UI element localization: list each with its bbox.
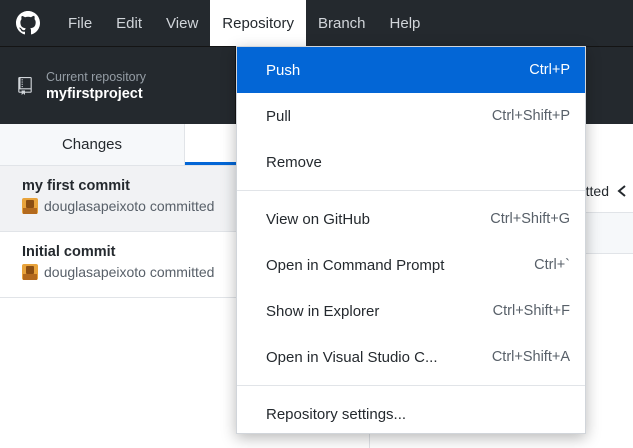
github-logo-icon xyxy=(14,9,42,37)
commit-author: douglasapeixoto committed xyxy=(44,264,215,280)
tab-changes[interactable]: Changes xyxy=(0,124,185,165)
menu-help[interactable]: Help xyxy=(378,0,433,46)
menu-item-shortcut: Ctrl+P xyxy=(529,62,570,78)
menu-item-show-in-explorer[interactable]: Show in Explorer Ctrl+Shift+F xyxy=(237,288,585,334)
menu-item-open-command-prompt[interactable]: Open in Command Prompt Ctrl+` xyxy=(237,242,585,288)
menu-item-label: Push xyxy=(266,61,301,79)
avatar xyxy=(22,198,38,214)
commit-author: douglasapeixoto committed xyxy=(44,198,215,214)
share-icon xyxy=(617,185,627,197)
menu-repository[interactable]: Repository xyxy=(210,0,306,46)
menu-item-shortcut: Ctrl+Shift+F xyxy=(492,303,570,319)
menu-separator xyxy=(237,190,585,191)
menu-item-label: Repository settings... xyxy=(266,405,407,423)
current-repository-selector[interactable]: Current repository myfirstproject xyxy=(0,47,236,125)
repository-book-icon xyxy=(18,77,32,95)
menu-item-view-on-github[interactable]: View on GitHub Ctrl+Shift+G xyxy=(237,196,585,242)
commit-details-header-text: tted xyxy=(585,183,609,199)
menu-item-label: Open in Visual Studio C... xyxy=(266,348,438,366)
menu-item-shortcut: Ctrl+Shift+A xyxy=(491,349,570,365)
menu-branch[interactable]: Branch xyxy=(306,0,378,46)
current-repository-name: myfirstproject xyxy=(46,86,143,102)
menu-item-shortcut: Ctrl+Shift+P xyxy=(491,108,570,124)
menu-item-shortcut: Ctrl+Shift+G xyxy=(490,211,570,227)
menu-item-open-visual-studio-code[interactable]: Open in Visual Studio C... Ctrl+Shift+A xyxy=(237,334,585,380)
menu-item-label: Open in Command Prompt xyxy=(266,256,445,274)
menu-item-label: View on GitHub xyxy=(266,210,370,228)
menu-separator xyxy=(237,385,585,386)
menu-item-shortcut: Ctrl+` xyxy=(534,257,570,273)
menu-edit[interactable]: Edit xyxy=(104,0,154,46)
menu-item-push[interactable]: Push Ctrl+P xyxy=(237,47,585,93)
menu-file[interactable]: File xyxy=(56,0,104,46)
menu-item-label: Pull xyxy=(266,107,292,125)
menu-view[interactable]: View xyxy=(154,0,210,46)
menu-bar: File Edit View Repository Branch Help xyxy=(0,0,633,46)
menu-item-label: Show in Explorer xyxy=(266,302,380,320)
current-repository-caption: Current repository xyxy=(46,70,147,84)
avatar xyxy=(22,264,38,280)
menu-item-repository-settings[interactable]: Repository settings... xyxy=(237,391,585,437)
menu-item-pull[interactable]: Pull Ctrl+Shift+P xyxy=(237,93,585,139)
repository-text: Current repository myfirstproject xyxy=(46,69,146,103)
repository-menu-dropdown: Push Ctrl+P Pull Ctrl+Shift+P Remove Vie… xyxy=(236,46,586,434)
menu-item-remove[interactable]: Remove xyxy=(237,139,585,185)
menu-item-label: Remove xyxy=(266,153,322,171)
